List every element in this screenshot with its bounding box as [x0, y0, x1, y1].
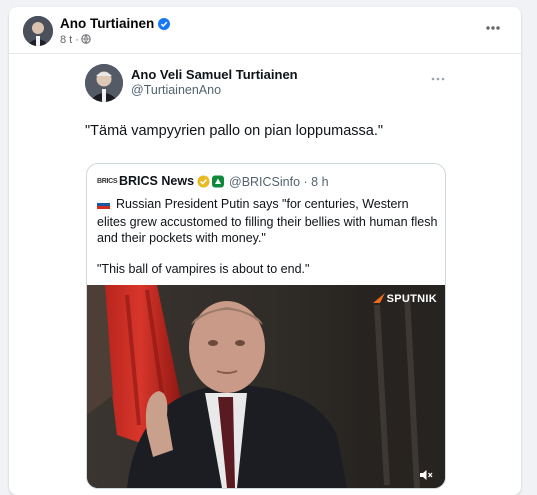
brics-logo: BRICS: [97, 178, 118, 185]
tweet-more-icon: [428, 71, 448, 81]
video-thumbnail: SPUTNIK: [87, 285, 445, 488]
gold-verified-icon: [197, 175, 210, 188]
quoted-author-name: BRICS News: [119, 174, 195, 188]
facebook-post: Ano Turtiainen 8 t · Ano Veli Samuel Tur…: [9, 7, 521, 495]
quoted-text-second: "This ball of vampires is about to end.": [97, 262, 310, 276]
quoted-tweet: BRICS BRICS News @BRICSinfo · 8 h Russia…: [86, 163, 446, 489]
header-divider: [9, 53, 521, 54]
quoted-text-body: Russian President Putin says "for centur…: [97, 197, 438, 245]
globe-icon[interactable]: [81, 34, 91, 47]
quoted-badges: [197, 175, 227, 193]
quoted-text: Russian President Putin says "for centur…: [96, 196, 441, 247]
post-author-name[interactable]: Ano Turtiainen: [60, 16, 171, 33]
affiliate-badge-icon: [212, 175, 224, 188]
speaker-mute-icon: [419, 468, 433, 480]
verified-badge-icon: [158, 18, 171, 33]
russian-flag-icon: [96, 197, 111, 214]
tweet-text: "Tämä vampyyrien pallo on pian loppumass…: [85, 123, 384, 139]
author-name-text[interactable]: Ano Turtiainen: [60, 16, 154, 31]
quoted-handle-time: @BRICSinfo · 8 h: [229, 175, 329, 189]
sputnik-watermark: SPUTNIK: [372, 293, 437, 305]
more-options-icon[interactable]: [480, 21, 506, 35]
tweet-author-name: Ano Veli Samuel Turtiainen: [131, 67, 298, 82]
post-meta: 8 t ·: [60, 34, 91, 47]
tweet-author-avatar: [85, 64, 123, 102]
post-timestamp[interactable]: 8 t ·: [60, 34, 79, 46]
post-author-avatar[interactable]: [23, 16, 53, 46]
tweet-author-handle: @TurtiainenAno: [131, 83, 222, 97]
